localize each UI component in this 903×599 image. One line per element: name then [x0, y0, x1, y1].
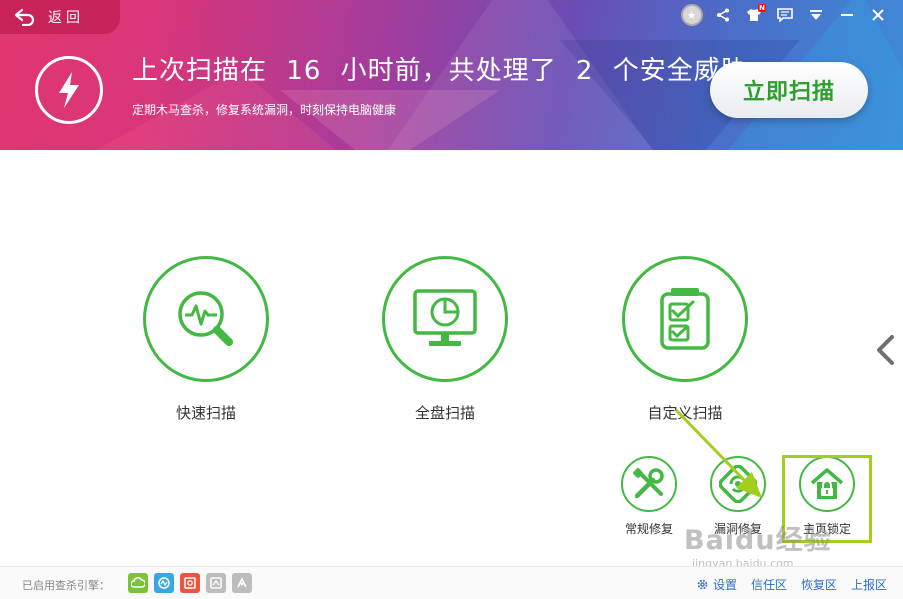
- custom-scan-ring: [622, 256, 748, 382]
- expand-panel-chevron-icon[interactable]: [874, 334, 896, 366]
- general-repair-ring: [621, 456, 677, 512]
- vuln-repair-icon: [719, 465, 757, 503]
- dropdown-icon: [809, 10, 822, 20]
- general-repair-tool[interactable]: 常规修复: [609, 456, 689, 537]
- quick-scan-ring: [143, 256, 269, 382]
- back-button[interactable]: 返回: [0, 0, 120, 34]
- engine-label: 已启用查杀引擎：: [22, 579, 110, 592]
- gear-icon: [697, 579, 708, 590]
- full-scan-ring: [382, 256, 508, 382]
- vulnerability-repair-ring: [710, 456, 766, 512]
- close-icon: [871, 9, 884, 21]
- custom-scan-label: 自定义扫描: [647, 404, 723, 422]
- engine-list: [128, 573, 252, 593]
- full-scan-icon: [413, 289, 477, 346]
- system-repair-engine-icon[interactable]: [206, 573, 226, 593]
- avira-engine-icon[interactable]: [180, 573, 200, 593]
- banner-decoration: [280, 90, 500, 150]
- trust-zone-link[interactable]: 信任区: [751, 576, 787, 593]
- scan-now-button[interactable]: 立即扫描: [710, 62, 868, 118]
- minimize-button[interactable]: [831, 2, 862, 28]
- qvm-engine-icon[interactable]: [154, 573, 174, 593]
- bitdefender-engine-icon[interactable]: [232, 573, 252, 593]
- wrench-icon: [633, 468, 664, 499]
- footer-links: 设置 信任区 恢复区 上报区: [696, 576, 887, 593]
- close-button[interactable]: [862, 2, 893, 28]
- quick-scan-option[interactable]: 快速扫描: [121, 256, 291, 423]
- general-repair-label: 常规修复: [624, 522, 673, 536]
- minimize-icon: [840, 14, 853, 16]
- share-button[interactable]: [707, 2, 738, 28]
- restore-zone-link[interactable]: 恢复区: [801, 576, 837, 593]
- quick-scan-icon: [178, 291, 233, 346]
- share-icon: [716, 8, 729, 22]
- headline-prefix: 上次扫描在: [132, 56, 268, 86]
- full-scan-label: 全盘扫描: [414, 404, 475, 422]
- lightning-badge: [35, 56, 103, 124]
- skin-button[interactable]: N: [738, 2, 769, 28]
- medal-button[interactable]: ★: [676, 2, 707, 28]
- watermark-brand: Baidu经验: [684, 525, 832, 556]
- back-label: 返回: [48, 10, 84, 26]
- window-toolbar: ★ N: [676, 2, 893, 28]
- custom-scan-icon: [660, 288, 710, 350]
- full-scan-option[interactable]: 全盘扫描: [360, 256, 530, 423]
- lightning-icon: [59, 72, 79, 108]
- medal-icon: ★: [680, 4, 703, 26]
- message-icon: [776, 8, 793, 22]
- threat-count: 2: [575, 56, 594, 86]
- headline-mid: 小时前，共处理了: [340, 56, 557, 86]
- settings-label: 设置: [712, 578, 737, 592]
- cloud-engine-icon[interactable]: [128, 573, 148, 593]
- header-banner: 返回 ★ N 上次扫描在 16 小时前，共处理了 2 个安全威胁 定期木马查杀，…: [0, 0, 903, 150]
- message-button[interactable]: [769, 2, 800, 28]
- custom-scan-option[interactable]: 自定义扫描: [600, 256, 770, 423]
- back-arrow-icon: [14, 8, 35, 26]
- settings-link[interactable]: 设置: [696, 576, 737, 593]
- scan-tip: 定期木马查杀，修复系统漏洞，时刻保持电脑健康: [132, 103, 397, 117]
- quick-scan-label: 快速扫描: [175, 404, 236, 422]
- menu-dropdown-button[interactable]: [800, 2, 831, 28]
- status-footer: 已启用查杀引擎： 设置 信任区 恢复区 上报区: [0, 566, 903, 599]
- scan-status-headline: 上次扫描在 16 小时前，共处理了 2 个安全威胁: [132, 50, 748, 87]
- hours-since-scan: 16: [286, 56, 322, 86]
- notification-badge: N: [758, 4, 766, 12]
- report-zone-link[interactable]: 上报区: [851, 576, 887, 593]
